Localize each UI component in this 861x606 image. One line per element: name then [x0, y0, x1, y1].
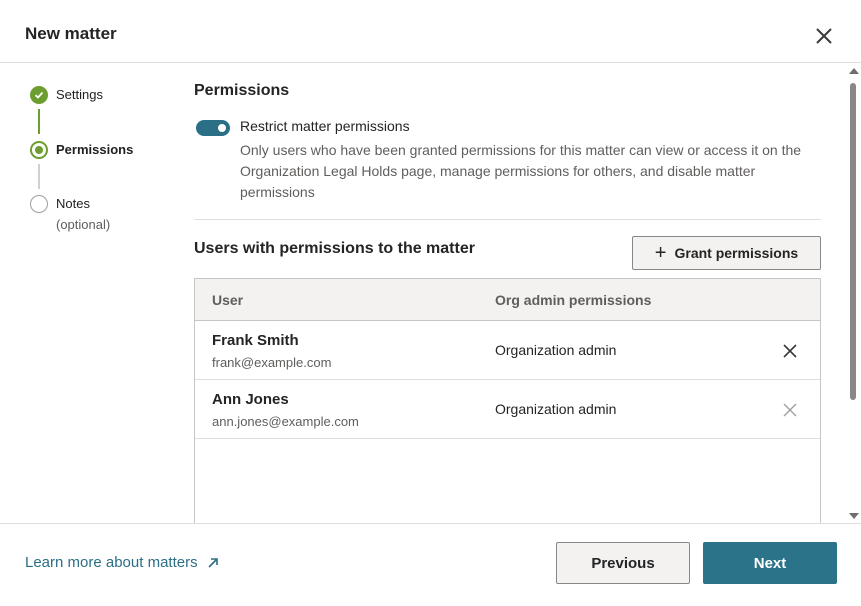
step-connector — [38, 164, 40, 189]
toggle-label: Restrict matter permissions — [240, 118, 410, 134]
divider — [194, 219, 821, 220]
remove-user-button-disabled — [783, 403, 797, 417]
users-section-title: Users with permissions to the matter — [194, 240, 475, 257]
users-table: User Org admin permissions Frank Smith f… — [194, 278, 821, 523]
step-label-text: Notes — [56, 196, 90, 211]
checkmark-icon — [34, 91, 44, 99]
permissions-panel: Permissions Restrict matter permissions … — [194, 63, 821, 523]
org-permission: Organization admin — [495, 342, 617, 358]
column-header-org-admin: Org admin permissions — [495, 292, 652, 308]
scrollbar-thumb[interactable] — [850, 83, 856, 400]
column-header-user: User — [212, 292, 244, 308]
section-title: Permissions — [194, 82, 290, 99]
close-icon — [783, 344, 797, 358]
table-row: Ann Jones ann.jones@example.com Organiza… — [195, 380, 820, 439]
table-row: Frank Smith frank@example.com Organizati… — [195, 321, 820, 380]
step-label: Permissions — [56, 142, 134, 157]
step-sublabel: (optional) — [56, 217, 111, 232]
step-label: Settings — [56, 87, 103, 102]
step-upcoming-icon — [30, 195, 48, 213]
table-header: User Org admin permissions — [195, 279, 820, 321]
step-current-icon — [30, 141, 48, 159]
step-label: Notes (optional) — [56, 193, 110, 235]
toggle-knob — [218, 124, 226, 132]
close-icon — [816, 28, 832, 44]
user-name: Ann Jones — [212, 391, 289, 408]
scroll-down-arrow-icon[interactable] — [849, 513, 859, 519]
restrict-permissions-toggle[interactable] — [196, 120, 230, 136]
learn-more-link[interactable]: Learn more about matters — [25, 554, 220, 571]
previous-button[interactable]: Previous — [556, 542, 690, 584]
dialog-title: New matter — [25, 24, 117, 43]
user-name: Frank Smith — [212, 332, 299, 349]
wizard-steps: Settings Permissions Notes (optional) — [0, 63, 180, 523]
scroll-up-arrow-icon[interactable] — [849, 68, 859, 74]
user-email: frank@example.com — [212, 355, 332, 370]
org-permission: Organization admin — [495, 401, 617, 417]
grant-permissions-button[interactable]: + Grant permissions — [632, 236, 821, 270]
learn-more-label: Learn more about matters — [25, 554, 198, 571]
dialog-footer: Learn more about matters Previous Next — [0, 523, 861, 606]
step-connector — [38, 109, 40, 134]
close-button[interactable] — [812, 24, 836, 48]
user-email: ann.jones@example.com — [212, 414, 359, 429]
vertical-scrollbar[interactable] — [845, 63, 861, 523]
step-permissions[interactable]: Permissions — [30, 141, 133, 160]
step-completed-icon — [30, 86, 48, 104]
toggle-description: Only users who have been granted permiss… — [240, 142, 802, 200]
close-icon — [783, 403, 797, 417]
grant-permissions-label: Grant permissions — [674, 245, 799, 261]
dialog-header: New matter — [0, 0, 861, 63]
next-button[interactable]: Next — [703, 542, 837, 584]
step-notes[interactable]: Notes (optional) — [30, 195, 110, 235]
external-link-arrow-icon — [208, 557, 218, 568]
plus-icon: + — [654, 242, 667, 264]
step-settings[interactable]: Settings — [30, 86, 103, 105]
remove-user-button[interactable] — [783, 344, 797, 358]
